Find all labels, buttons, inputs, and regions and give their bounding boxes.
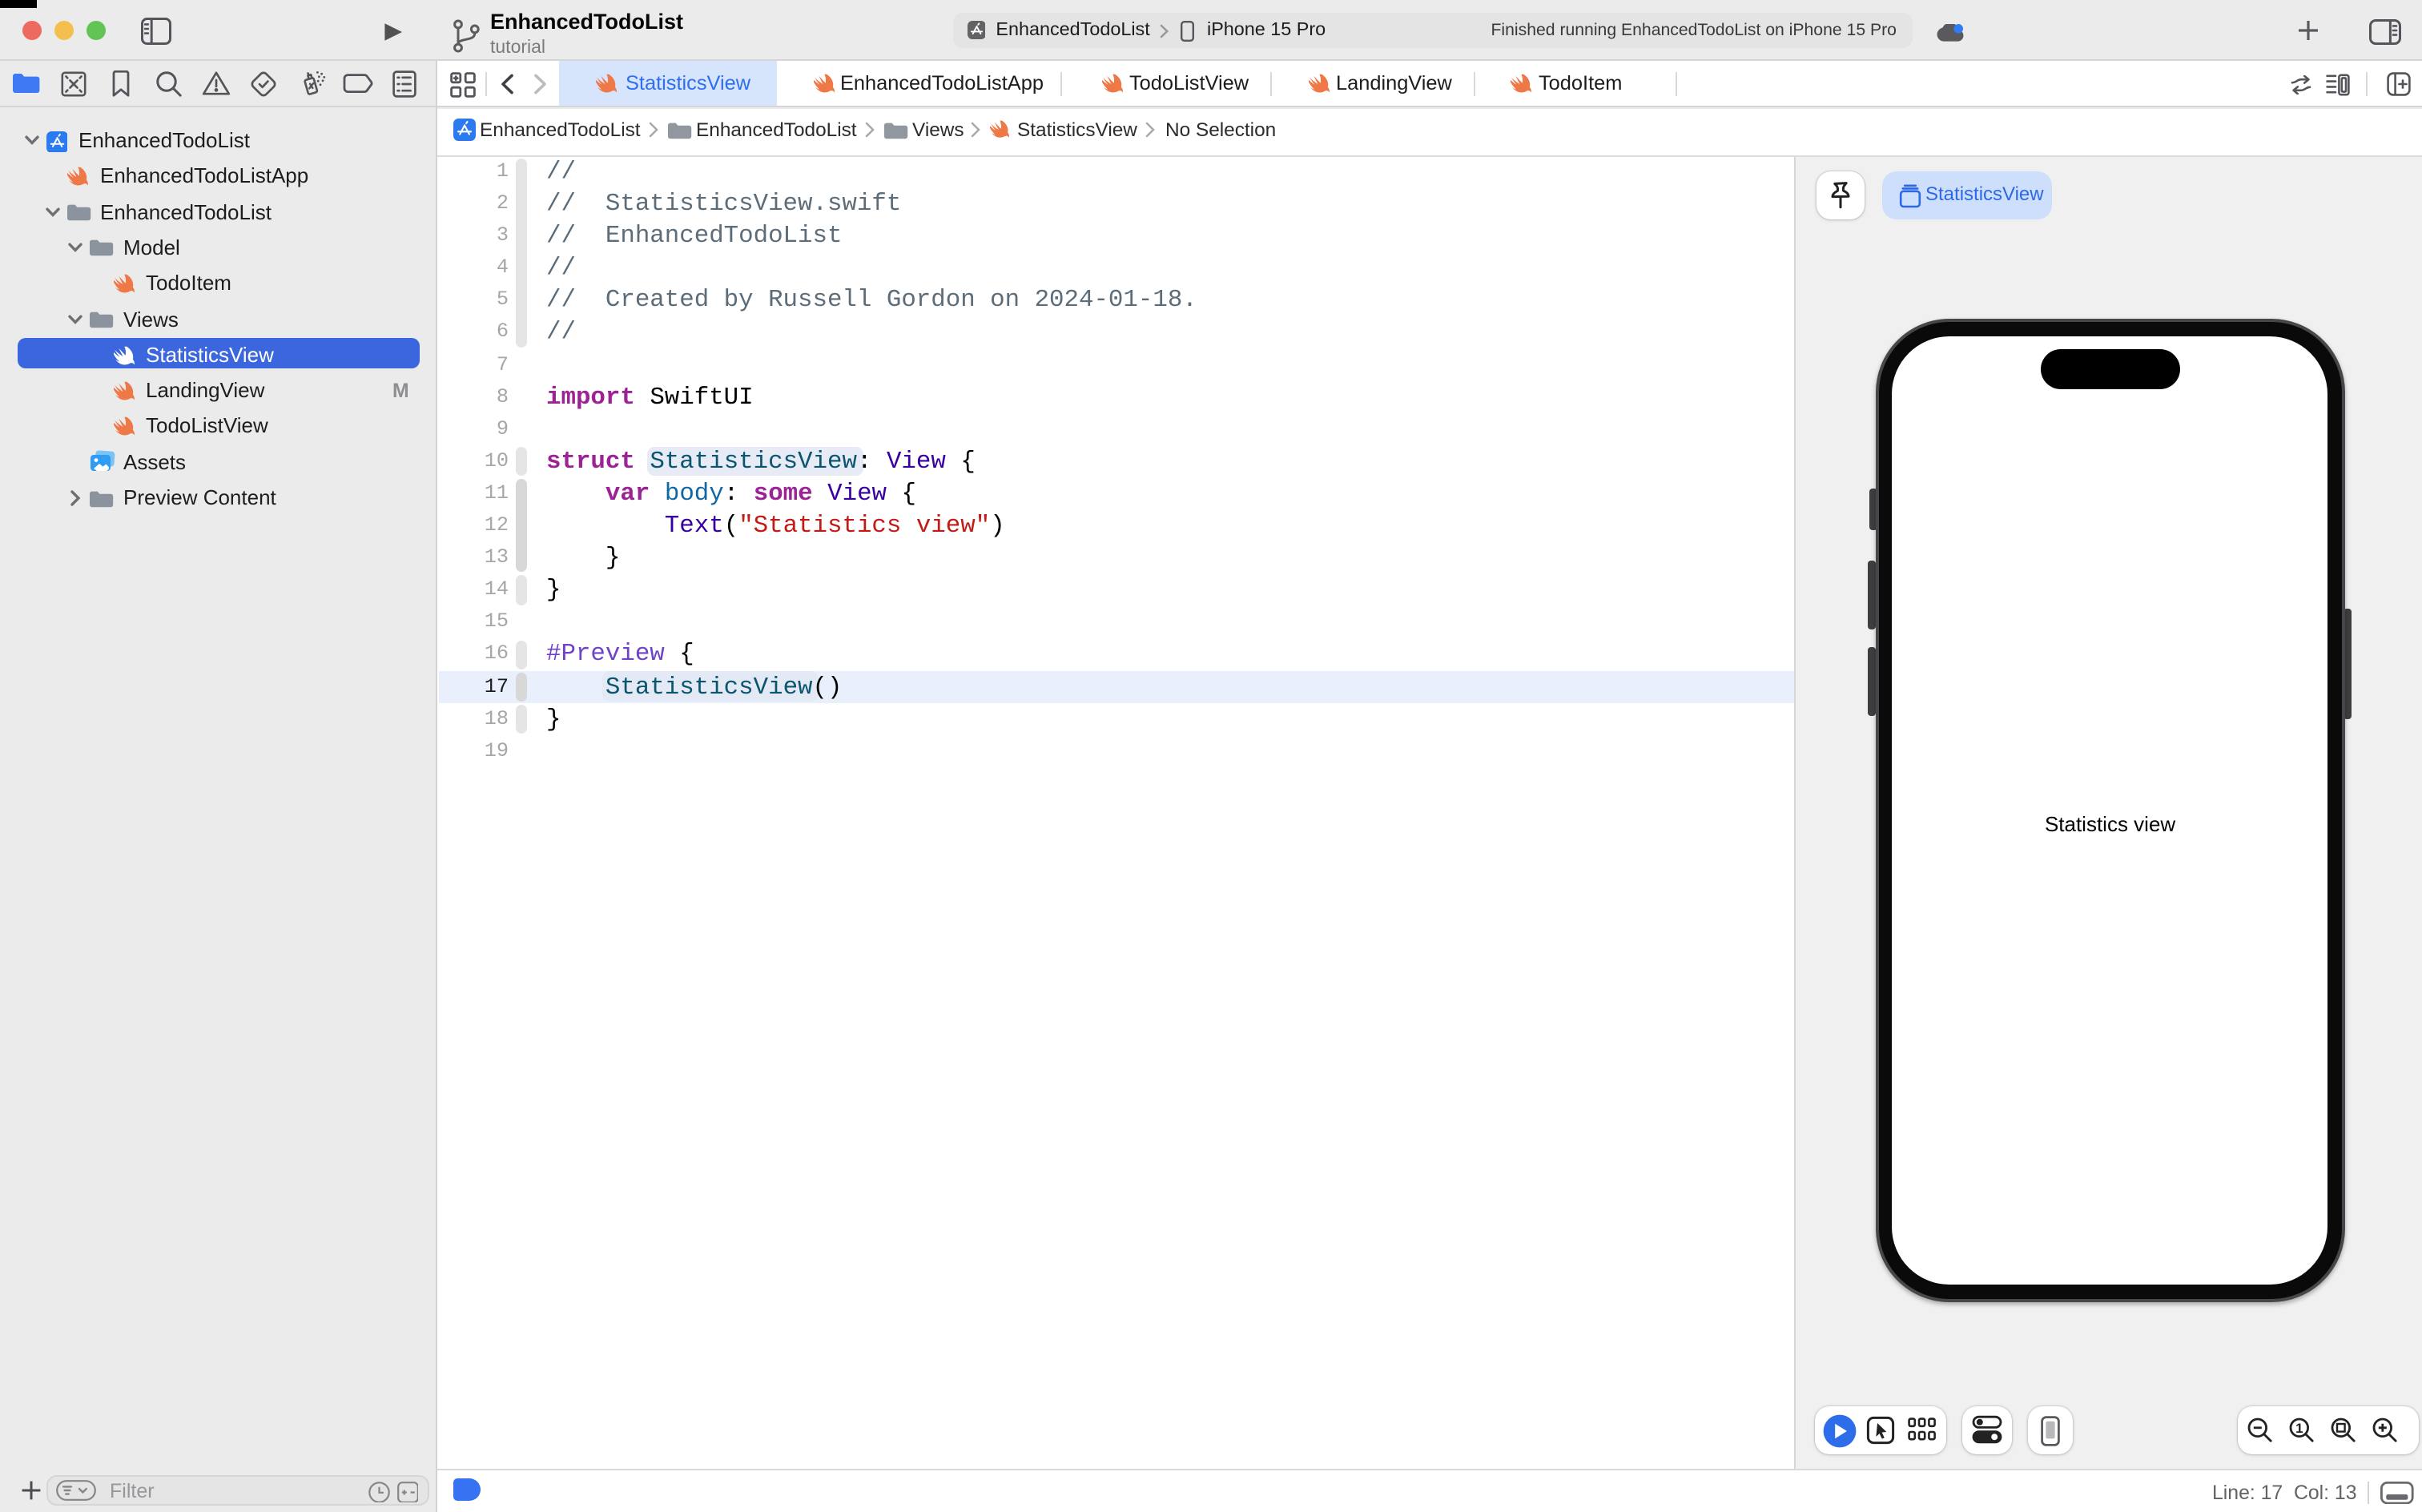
svg-text:1: 1 xyxy=(2295,1421,2303,1436)
